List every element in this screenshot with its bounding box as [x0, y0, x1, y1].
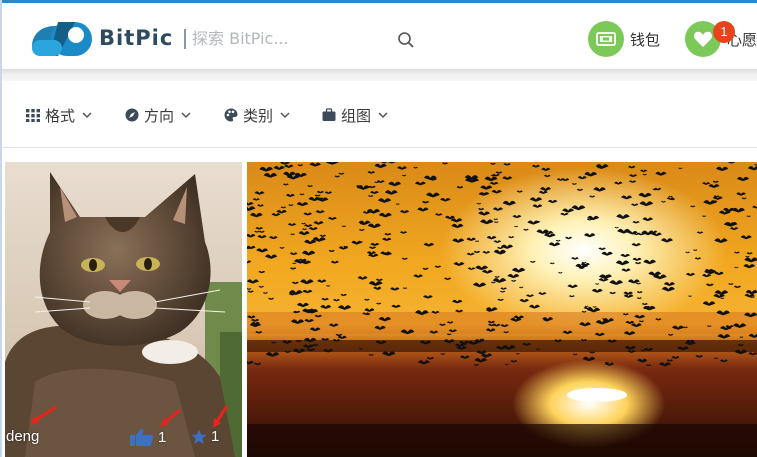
birds-sunset-photo[interactable]: [247, 162, 757, 457]
wallet-icon: [588, 21, 624, 57]
search-icon[interactable]: [397, 31, 415, 49]
filter-format[interactable]: 格式: [26, 105, 92, 125]
wallet-label: 钱包: [630, 30, 661, 49]
annotation-arrow: [213, 405, 229, 428]
favorite-button[interactable]: 1: [191, 428, 219, 445]
wallet-button[interactable]: 钱包: [588, 21, 660, 57]
star-icon: [191, 429, 207, 444]
bitpic-logo[interactable]: [28, 16, 98, 60]
annotation-arrow: [30, 405, 57, 424]
chevron-down-icon: [181, 112, 191, 119]
filter-category[interactable]: 类别: [224, 105, 290, 125]
like-button[interactable]: 1: [130, 428, 166, 446]
filter-category-label: 类别: [243, 106, 274, 125]
palette-icon: [224, 108, 238, 122]
header-divider: [0, 69, 757, 81]
compass-icon: [125, 108, 139, 122]
favorites-count: 1: [211, 428, 220, 445]
filter-orientation-label: 方向: [144, 106, 175, 125]
author-name[interactable]: deng: [6, 428, 39, 445]
chevron-down-icon: [378, 112, 388, 119]
filter-bar: 格式 方向 类别 组图: [0, 81, 757, 148]
search-input[interactable]: [192, 25, 387, 51]
grid-icon: [26, 109, 40, 122]
filter-group-label: 组图: [341, 106, 372, 125]
thumbs-up-icon: [130, 428, 154, 446]
briefcase-icon: [322, 108, 336, 121]
filter-orientation[interactable]: 方向: [125, 105, 191, 125]
brand-name: BitPic: [99, 26, 174, 50]
window-left-border: [0, 0, 2, 457]
chevron-down-icon: [280, 112, 290, 119]
top-header: BitPic 钱包 心愿 1: [0, 3, 757, 69]
wishlist-count-badge: 1: [713, 21, 735, 43]
annotation-arrow: [160, 408, 181, 427]
chevron-down-icon: [82, 112, 92, 119]
likes-count: 1: [158, 428, 167, 446]
filter-group[interactable]: 组图: [322, 105, 388, 125]
brand-separator: [184, 29, 186, 49]
filter-format-label: 格式: [45, 106, 76, 125]
